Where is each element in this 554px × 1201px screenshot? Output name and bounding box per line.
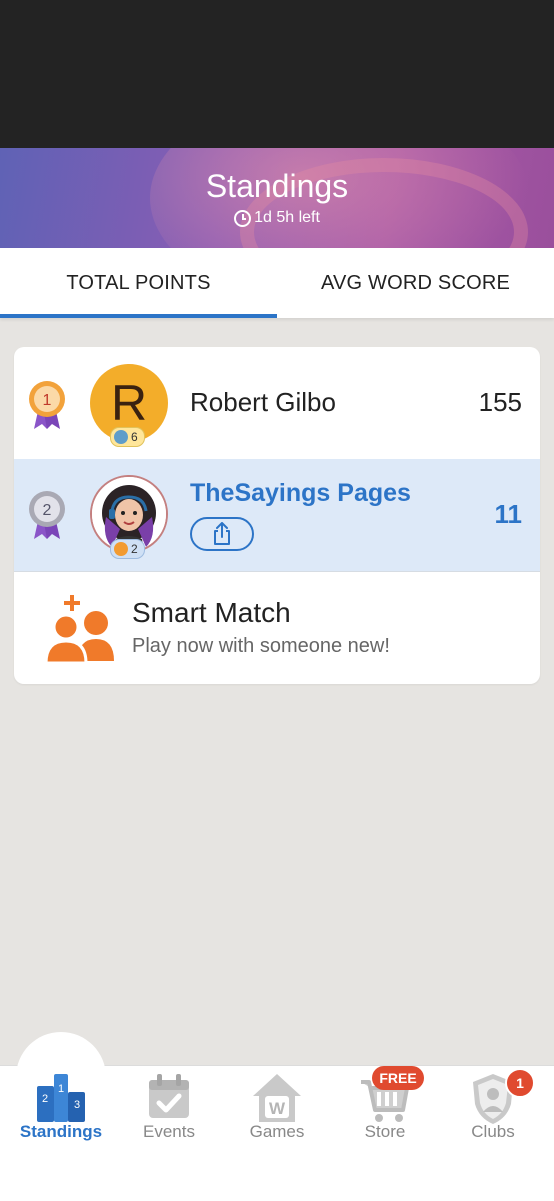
nav-clubs-label: Clubs bbox=[471, 1122, 515, 1141]
clock-icon bbox=[234, 209, 252, 227]
level-badge: 6 bbox=[110, 427, 145, 447]
calendar-icon bbox=[149, 1074, 189, 1118]
standings-row[interactable]: 1 R 6 Robert Gilbo 155 bbox=[14, 347, 540, 459]
smart-match-subtitle: Play now with someone new! bbox=[132, 635, 390, 657]
share-button[interactable] bbox=[190, 517, 254, 551]
time-left-text: 1d 5h left bbox=[254, 209, 320, 226]
podium-icon: 1 2 3 bbox=[37, 1074, 85, 1122]
nav-standings[interactable]: 1 2 3 Standings bbox=[7, 1070, 115, 1150]
avatar-letter: R bbox=[110, 375, 148, 431]
tab-total-points-label: TOTAL POINTS bbox=[66, 271, 211, 294]
active-tab-indicator bbox=[0, 314, 277, 318]
standings-card: 1 R 6 Robert Gilbo 155 2 2 TheSayings Pa… bbox=[14, 347, 540, 684]
smart-match-icon bbox=[44, 595, 114, 665]
nav-games-label: Games bbox=[249, 1122, 305, 1141]
nav-events-label: Events bbox=[143, 1122, 195, 1141]
svg-text:2: 2 bbox=[42, 1093, 48, 1105]
header: Standings 1d 5h left bbox=[0, 148, 554, 248]
silver-medal-icon: 2 bbox=[29, 491, 65, 539]
gold-medal-icon: 1 bbox=[29, 381, 65, 429]
time-left: 1d 5h left bbox=[0, 209, 554, 227]
tab-avg-word-score-label: AVG WORD SCORE bbox=[320, 271, 511, 294]
house-w-icon: W bbox=[253, 1074, 301, 1122]
level-badge-count: 6 bbox=[131, 430, 138, 444]
tab-total-points[interactable]: TOTAL POINTS bbox=[0, 248, 277, 318]
standings-row-current-user[interactable]: 2 2 TheSayings Pages 11 bbox=[14, 459, 540, 571]
level-badge: 2 bbox=[110, 539, 145, 559]
medal-rank-1: 1 bbox=[43, 392, 52, 409]
medal-rank-2: 2 bbox=[43, 502, 52, 519]
page-title: Standings bbox=[205, 168, 349, 204]
fox-icon bbox=[114, 542, 128, 556]
svg-text:1: 1 bbox=[58, 1083, 64, 1095]
clubs-notification-badge: 1 bbox=[505, 1068, 535, 1098]
share-icon bbox=[214, 522, 230, 545]
nav-standings-label: Standings bbox=[19, 1122, 103, 1141]
svg-text:3: 3 bbox=[74, 1099, 80, 1111]
nav-store-label: Store bbox=[364, 1122, 406, 1141]
nav-events[interactable]: Events bbox=[115, 1070, 223, 1150]
svg-text:W: W bbox=[269, 1099, 286, 1118]
smart-match-title: Smart Match bbox=[132, 597, 291, 628]
player-name: TheSayings Pages bbox=[190, 479, 411, 507]
smart-match-row[interactable]: Smart Match Play now with someone new! bbox=[14, 571, 540, 684]
nav-games[interactable]: W Games bbox=[223, 1070, 331, 1150]
player-score: 155 bbox=[478, 387, 522, 417]
status-bar bbox=[0, 0, 554, 148]
tab-bar: TOTAL POINTS AVG WORD SCORE bbox=[0, 248, 554, 318]
player-name: Robert Gilbo bbox=[190, 387, 336, 417]
player-score: 11 bbox=[494, 499, 523, 529]
store-free-badge: FREE bbox=[372, 1066, 424, 1090]
tab-avg-word-score[interactable]: AVG WORD SCORE bbox=[277, 248, 554, 318]
level-badge-count: 2 bbox=[131, 542, 138, 556]
paw-icon bbox=[114, 430, 128, 444]
